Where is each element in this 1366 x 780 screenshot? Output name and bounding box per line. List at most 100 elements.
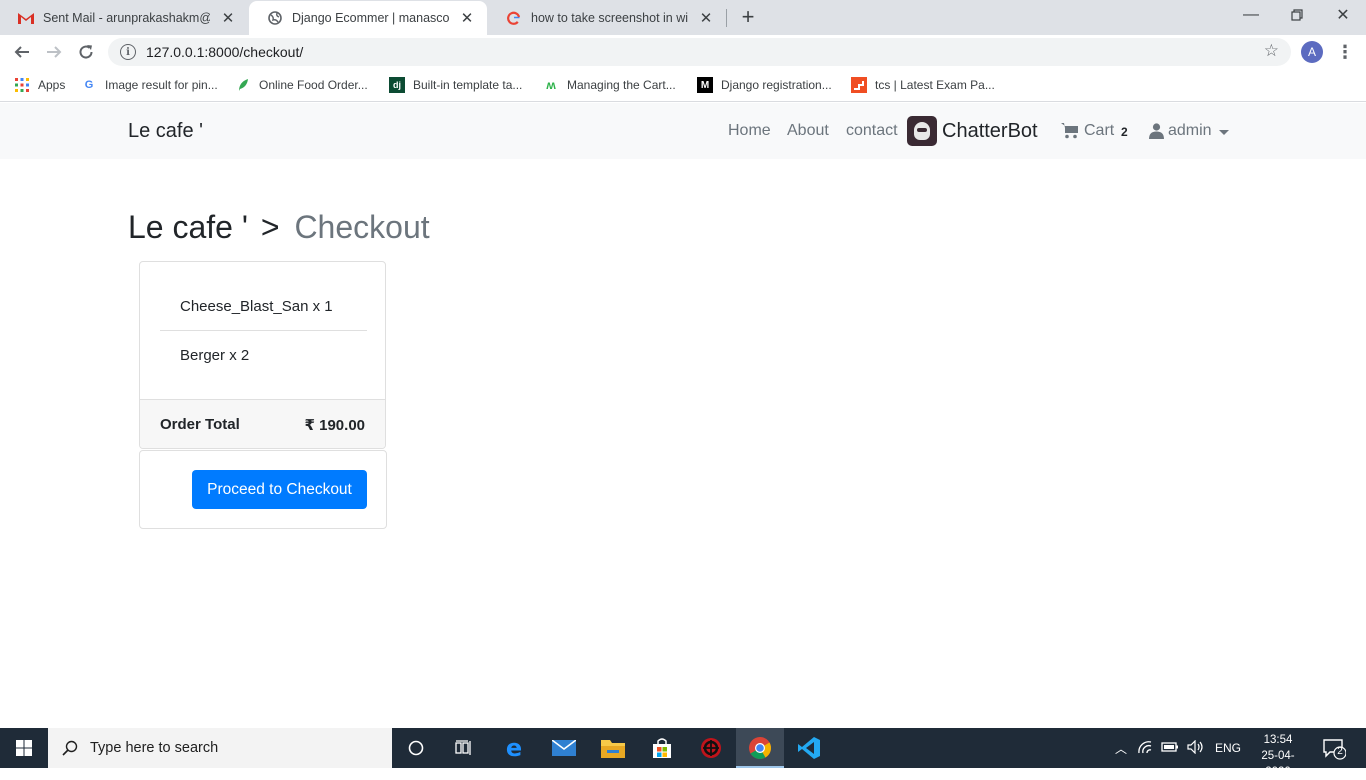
taskbar-search-input[interactable]: Type here to search: [48, 728, 392, 768]
order-total-label: Order Total: [160, 416, 240, 433]
bookmark-built-in-template[interactable]: dj Built-in template ta...: [389, 75, 522, 95]
language-indicator[interactable]: ENG: [1215, 741, 1241, 755]
tab-django-ecommer[interactable]: Django Ecommer | manascode.com ✕: [249, 1, 487, 35]
bookmark-online-food[interactable]: Online Food Order...: [235, 75, 368, 95]
bookmark-tcs-exam[interactable]: tcs | Latest Exam Pa...: [851, 75, 995, 95]
clock-date: 25-04-2020: [1261, 750, 1295, 778]
volume-icon[interactable]: [1187, 739, 1205, 757]
apps-grid-icon: [14, 77, 30, 93]
breadcrumb: Le cafe ' > Checkout: [128, 209, 430, 246]
site-navbar: Le cafe ' Home About contact ChatterBot …: [0, 103, 1366, 159]
order-item: Berger x 2: [180, 347, 250, 364]
wifi-icon[interactable]: [1137, 740, 1153, 757]
brand-link[interactable]: Le cafe ': [128, 120, 203, 143]
forward-arrow-icon[interactable]: [40, 38, 68, 66]
bookmark-label: Built-in template ta...: [413, 78, 523, 92]
breadcrumb-root[interactable]: Le cafe ': [128, 209, 248, 245]
cart-count-badge: 2: [1121, 125, 1128, 139]
breadcrumb-current: Checkout: [294, 209, 430, 245]
address-bar[interactable]: i 127.0.0.1:8000/checkout/ ☆: [108, 38, 1291, 66]
bookmark-apps[interactable]: Apps: [14, 75, 65, 95]
checkout-action-card: Proceed to Checkout: [139, 450, 387, 529]
gmail-icon: [18, 10, 34, 26]
search-icon: [62, 740, 78, 756]
cortana-icon[interactable]: [392, 728, 440, 768]
site-info-icon[interactable]: i: [120, 44, 136, 60]
bookmark-label: tcs | Latest Exam Pa...: [875, 78, 995, 92]
back-arrow-icon[interactable]: [8, 38, 36, 66]
shopping-cart-icon[interactable]: [1061, 122, 1079, 139]
tab-title: Django Ecommer | manascode.com: [292, 11, 449, 25]
profile-avatar[interactable]: A: [1301, 41, 1323, 63]
system-tray: ︿ ENG: [1115, 728, 1241, 768]
gaming-app-icon[interactable]: [687, 728, 735, 768]
nav-cart-link[interactable]: Cart: [1084, 122, 1114, 140]
close-tab-icon[interactable]: ✕: [698, 9, 714, 27]
notification-center-icon[interactable]: 2: [1322, 736, 1347, 760]
browser-tab-strip: Sent Mail - arunprakashakm@gm ✕ Django E…: [0, 0, 1366, 35]
vscode-icon[interactable]: [785, 728, 833, 768]
order-total-row: Order Total ₹ 190.00: [140, 399, 385, 448]
order-total-value: ₹ 190.00: [304, 417, 365, 434]
tab-sent-mail[interactable]: Sent Mail - arunprakashakm@gm ✕: [0, 0, 248, 35]
chrome-icon[interactable]: [736, 728, 784, 768]
close-tab-icon[interactable]: ✕: [459, 9, 475, 27]
bookmark-label: Apps: [38, 78, 66, 92]
bookmark-label: Managing the Cart...: [567, 78, 676, 92]
task-view-icon[interactable]: [440, 728, 488, 768]
minimize-window-icon[interactable]: —: [1228, 0, 1274, 30]
close-window-icon[interactable]: ✕: [1320, 0, 1366, 30]
new-tab-plus-icon[interactable]: +: [737, 4, 759, 30]
windows-start-icon[interactable]: [0, 728, 48, 768]
bookmarks-bar: Apps G Image result for pin... Online Fo…: [0, 69, 1366, 102]
close-tab-icon[interactable]: ✕: [220, 9, 236, 27]
globe-icon: [267, 10, 283, 26]
windows-taskbar: Type here to search e ︿ ENG 13:54 25-04-…: [0, 728, 1366, 778]
nav-home-link[interactable]: Home: [728, 122, 771, 140]
stack-icon: [851, 77, 867, 93]
google-icon: [506, 10, 522, 26]
chevron-down-icon[interactable]: [1219, 130, 1229, 135]
medium-icon: M: [697, 77, 713, 93]
file-explorer-icon[interactable]: [589, 728, 637, 768]
chevron-up-icon[interactable]: ︿: [1115, 740, 1127, 757]
nav-about-link[interactable]: About: [787, 122, 829, 140]
bookmark-star-icon[interactable]: ☆: [1264, 41, 1279, 61]
chatterbot-logo-icon[interactable]: [907, 116, 937, 146]
proceed-to-checkout-button[interactable]: Proceed to Checkout: [192, 470, 367, 509]
tab-divider: [726, 9, 727, 27]
url-text: 127.0.0.1:8000/checkout/: [146, 44, 304, 60]
bookmark-label: Image result for pin...: [105, 78, 218, 92]
store-icon[interactable]: [638, 728, 686, 768]
reload-icon[interactable]: [72, 38, 100, 66]
edge-browser-icon[interactable]: e: [490, 728, 538, 768]
leaf-icon: [235, 77, 251, 93]
google-icon: G: [84, 79, 94, 91]
nav-chatterbot-link[interactable]: ChatterBot: [942, 120, 1038, 143]
taskbar-clock[interactable]: 13:54 25-04-2020: [1250, 732, 1306, 780]
user-icon: [1149, 123, 1164, 139]
bookmark-label: Online Food Order...: [259, 78, 368, 92]
order-summary-card: Cheese_Blast_San x 1 Berger x 2 Order To…: [139, 261, 386, 449]
browser-menu-icon[interactable]: ⋮: [1336, 40, 1354, 64]
battery-icon[interactable]: [1161, 741, 1179, 756]
tab-title: Sent Mail - arunprakashakm@gm: [43, 10, 210, 25]
bookmark-image-result[interactable]: G Image result for pin...: [81, 75, 218, 95]
bookmark-django-registration[interactable]: M Django registration...: [697, 75, 832, 95]
restore-window-icon[interactable]: [1274, 0, 1320, 30]
django-icon: dj: [389, 77, 405, 93]
notification-count: 2: [1337, 746, 1343, 757]
tab-google-search[interactable]: how to take screenshot in windo ✕: [488, 0, 726, 35]
nav-contact-link[interactable]: contact: [846, 122, 898, 140]
bookmark-label: Django registration...: [721, 78, 832, 92]
bookmark-managing-cart[interactable]: ʍ Managing the Cart...: [543, 75, 676, 95]
clock-time: 13:54: [1263, 734, 1293, 746]
mm-icon: ʍ: [546, 78, 556, 92]
user-dropdown-toggle[interactable]: admin: [1168, 122, 1212, 140]
taskbar-search-placeholder: Type here to search: [90, 740, 219, 756]
order-item: Cheese_Blast_San x 1: [160, 282, 367, 331]
tab-title: how to take screenshot in windo: [531, 10, 688, 25]
browser-toolbar: i 127.0.0.1:8000/checkout/ ☆: [0, 35, 1366, 69]
breadcrumb-separator: >: [260, 209, 280, 245]
mail-icon[interactable]: [540, 728, 588, 768]
